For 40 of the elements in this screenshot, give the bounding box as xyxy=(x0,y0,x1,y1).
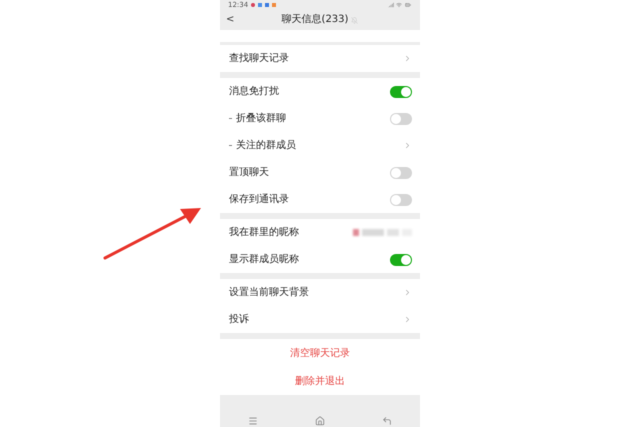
chevron-right-icon xyxy=(403,141,412,150)
toggle-switch[interactable] xyxy=(390,194,412,206)
row-label: 我在群里的昵称 xyxy=(229,228,299,238)
chevron-right-icon xyxy=(403,315,412,324)
row-label: 置顶聊天 xyxy=(229,168,269,178)
home-icon[interactable] xyxy=(314,416,325,426)
settings-row[interactable]: 我在群里的昵称 xyxy=(220,219,420,246)
back-icon[interactable] xyxy=(382,416,392,426)
row-label: 关注的群成员 xyxy=(236,140,296,150)
row-label: 设置当前聊天背景 xyxy=(229,288,309,298)
toggle-switch[interactable] xyxy=(390,86,412,98)
settings-row[interactable]: 设置当前聊天背景 xyxy=(220,279,420,306)
dash-icon xyxy=(229,118,232,119)
settings-row[interactable]: 查找聊天记录 xyxy=(220,45,420,72)
signal-icon xyxy=(388,2,394,8)
blurred-nickname xyxy=(353,229,412,236)
settings-row[interactable]: 置顶聊天 xyxy=(220,159,420,186)
toggle-switch[interactable] xyxy=(390,254,412,266)
page-title: 聊天信息(233) xyxy=(282,15,348,25)
row-label: 查找聊天记录 xyxy=(229,54,289,64)
row-label: 保存到通讯录 xyxy=(229,194,289,204)
toggle-switch[interactable] xyxy=(390,166,412,178)
row-label: 消息免打扰 xyxy=(229,86,279,96)
settings-row[interactable]: 折叠该群聊 xyxy=(220,105,420,132)
settings-row[interactable]: 投诉 xyxy=(220,306,420,333)
chevron-right-icon xyxy=(403,54,412,63)
dash-icon xyxy=(229,145,232,146)
back-button[interactable]: < xyxy=(226,15,234,25)
row-label: 折叠该群聊 xyxy=(236,114,286,124)
wifi-icon xyxy=(396,2,402,8)
row-label: 投诉 xyxy=(229,314,249,324)
chevron-right-icon xyxy=(403,288,412,297)
menu-icon[interactable] xyxy=(248,416,258,426)
settings-row[interactable]: 保存到通讯录 xyxy=(220,186,420,213)
settings-row[interactable]: 消息免打扰 xyxy=(220,78,420,105)
settings-row[interactable]: 关注的群成员 xyxy=(220,132,420,159)
battery-icon xyxy=(404,2,412,8)
toggle-switch[interactable] xyxy=(390,112,412,124)
row-label: 显示群成员昵称 xyxy=(229,254,299,264)
settings-row[interactable]: 显示群成员昵称 xyxy=(220,246,420,273)
